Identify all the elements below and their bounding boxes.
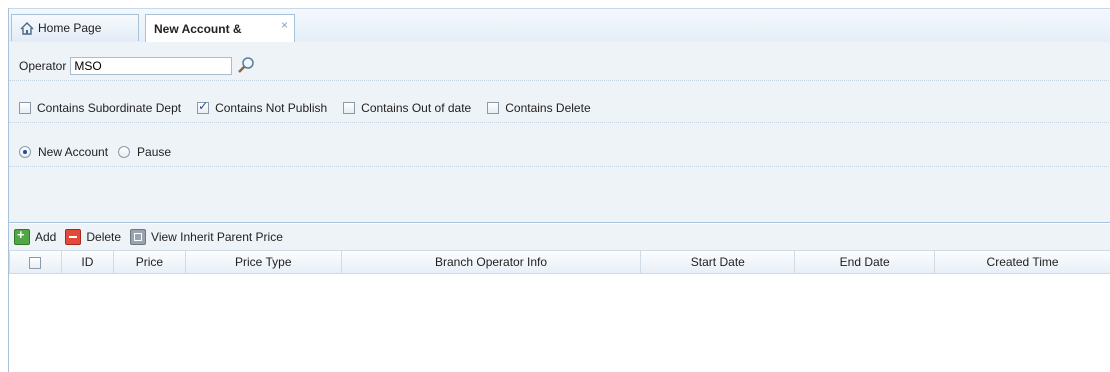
- close-icon[interactable]: ×: [281, 18, 288, 32]
- search-icon[interactable]: [236, 56, 256, 76]
- view-inherit-label: View Inherit Parent Price: [151, 230, 283, 244]
- column-header-branch-operator-info[interactable]: Branch Operator Info: [340, 251, 642, 274]
- operator-label: Operator: [19, 59, 67, 73]
- select-all-header[interactable]: [9, 251, 62, 274]
- radio-row: New Account Pause: [9, 138, 1110, 167]
- checkbox-box[interactable]: [343, 102, 356, 114]
- operator-row: Operator: [9, 52, 1110, 81]
- tab-new-account-label: New Account &: [154, 22, 242, 36]
- tab-bar: Home Page New Account & ×: [9, 8, 1110, 43]
- checkbox-label: Contains Not Publish: [215, 101, 328, 115]
- checkbox-label: Contains Delete: [505, 101, 591, 115]
- radio-label: Pause: [137, 145, 172, 159]
- checkbox-label: Contains Out of date: [361, 101, 472, 115]
- checkbox-label: Contains Subordinate Dept: [37, 101, 182, 115]
- filter-panel: Operator Contains Subordinate Dept Conta…: [9, 42, 1110, 223]
- home-icon: [20, 21, 34, 35]
- tab-new-account[interactable]: New Account & ×: [145, 14, 295, 43]
- main-window: Home Page New Account & × Operator Conta…: [8, 8, 1110, 372]
- contains-not-publish-checkbox[interactable]: Contains Not Publish: [197, 99, 333, 115]
- checkbox-row: Contains Subordinate Dept Contains Not P…: [9, 94, 1110, 123]
- contains-subordinate-dept-checkbox[interactable]: Contains Subordinate Dept: [19, 101, 187, 115]
- radio-label: New Account: [38, 145, 109, 159]
- add-icon: [14, 227, 30, 245]
- tab-home-label: Home Page: [38, 21, 102, 35]
- grid-header-row: ID Price Price Type Branch Operator Info…: [9, 251, 1110, 274]
- pause-radio[interactable]: Pause: [118, 145, 171, 159]
- add-button[interactable]: Add: [14, 227, 57, 245]
- column-header-end-date[interactable]: End Date: [794, 251, 936, 274]
- view-inherit-parent-price-button[interactable]: View Inherit Parent Price: [130, 229, 283, 245]
- column-header-price[interactable]: Price: [112, 251, 186, 274]
- radio-button[interactable]: [118, 146, 131, 158]
- tab-home-page[interactable]: Home Page: [11, 14, 139, 41]
- delete-icon: [65, 229, 82, 245]
- delete-button-label: Delete: [86, 230, 122, 244]
- checkbox-box-checked[interactable]: [197, 99, 210, 114]
- column-header-start-date[interactable]: Start Date: [640, 251, 796, 274]
- view-icon: [130, 229, 147, 245]
- checkbox-box[interactable]: [487, 102, 500, 114]
- new-account-radio[interactable]: New Account: [19, 145, 108, 159]
- add-button-label: Add: [35, 230, 57, 244]
- grid-toolbar: Add Delete View Inherit Parent Price: [9, 224, 1110, 251]
- column-header-created-time[interactable]: Created Time: [934, 251, 1110, 274]
- checkbox-box[interactable]: [19, 102, 31, 114]
- operator-input[interactable]: [70, 57, 233, 75]
- empty-filter-row: [9, 182, 1110, 210]
- delete-button[interactable]: Delete: [65, 229, 121, 245]
- column-header-id[interactable]: ID: [60, 251, 114, 274]
- price-grid: ID Price Price Type Branch Operator Info…: [9, 251, 1110, 274]
- select-all-checkbox[interactable]: [29, 256, 42, 269]
- radio-button-selected[interactable]: [19, 146, 31, 158]
- contains-out-of-date-checkbox[interactable]: Contains Out of date: [343, 101, 477, 115]
- column-header-price-type[interactable]: Price Type: [184, 251, 342, 274]
- contains-delete-checkbox[interactable]: Contains Delete: [487, 101, 596, 115]
